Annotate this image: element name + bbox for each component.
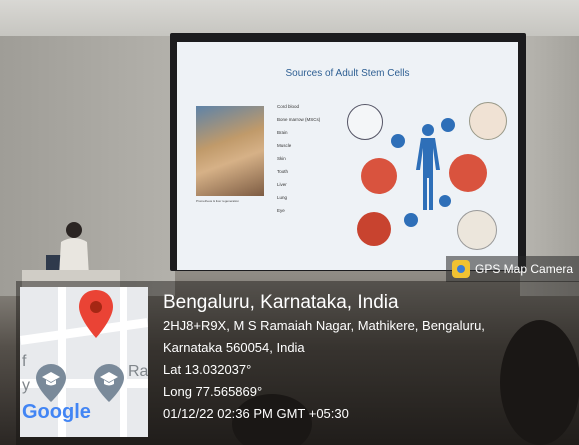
prometheus-painting [196,106,264,196]
bone-cell-circle [457,210,497,250]
longitude: Long 77.565869° [163,384,263,399]
neuron-cell-circle [347,104,383,140]
map-street-fragment: y [22,377,30,394]
cell-source-item: Skin [277,156,286,161]
address-line-1: 2HJ8+R9X, M S Ramaiah Nagar, Mathikere, … [163,318,485,333]
map-street-fragment: f [22,353,27,370]
cell-source-item: Muscle [277,143,292,148]
small-label-dot [441,118,455,132]
timestamp: 01/12/22 02:36 PM GMT +05:30 [163,406,349,421]
slide-image-caption: Prometheus & liver regeneration [196,199,240,203]
cell-source-item: Lung [277,195,288,200]
graduation-cap-icon [94,364,124,402]
blood-cell-circle [361,158,397,194]
muscle-cell-circle [357,212,391,246]
gps-camera-label: GPS Map Camera [475,262,574,276]
gps-camera-badge: GPS Map Camera [446,256,579,282]
cell-source-item: Cord blood [277,104,300,109]
cell-source-item: Liver [277,182,287,187]
ceiling [0,0,579,36]
google-logo: Google [22,401,91,423]
classroom-photo: Sources of Adult Stem Cells Prometheus &… [0,0,579,445]
cell-source-item: Tooth [277,169,289,174]
location-pin-icon [79,290,113,338]
address-line-2: Karnataka 560054, India [163,340,305,355]
location-info: Bengaluru, Karnataka, India 2HJ8+R9X, M … [163,291,485,425]
cell-source-item: Bone marrow (MSCs) [277,117,321,122]
map-thumbnail: f y Ra Google [20,287,148,437]
map-street-fragment: Ra [128,363,148,380]
slide-title: Sources of Adult Stem Cells [285,68,410,79]
presenter-silhouette [59,222,89,276]
small-label-dot [439,195,451,207]
projected-slide: Sources of Adult Stem Cells Prometheus &… [177,42,518,270]
cell-source-item: Brain [277,130,288,135]
location-title: Bengaluru, Karnataka, India [163,292,399,313]
latitude: Lat 13.032037° [163,362,252,377]
skin-cell-circle [469,102,507,140]
graduation-cap-icon [36,364,66,402]
cell-source-list: Cord blood Bone marrow (MSCs) Brain Musc… [277,100,320,217]
map-road [120,287,127,437]
liver-cell-circle [449,154,487,192]
small-label-dot [404,213,418,227]
cell-source-item: Eye [277,208,285,213]
camera-pin-icon [452,260,470,278]
small-label-dot [391,134,405,148]
